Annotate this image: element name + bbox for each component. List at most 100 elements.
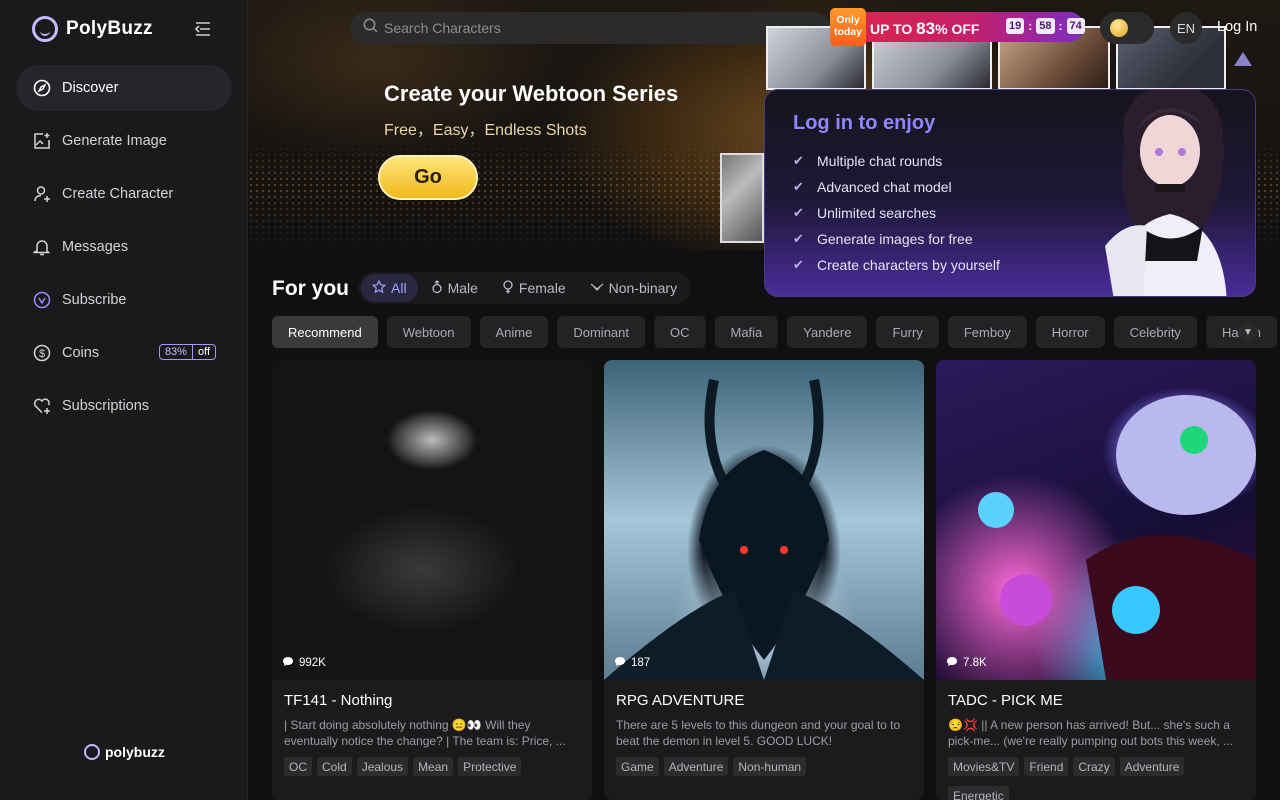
- check-icon: ✔: [793, 179, 804, 194]
- comic-preview-image: [720, 153, 764, 243]
- perk-item: ✔ Multiple chat rounds: [793, 148, 1000, 174]
- chat-count-value: 187: [631, 657, 651, 669]
- chip-celebrity[interactable]: Celebrity: [1113, 316, 1197, 348]
- chip-mafia[interactable]: Mafia: [714, 316, 779, 348]
- tab-label: Non-binary: [608, 280, 678, 296]
- cartoon-illustration: [978, 395, 1256, 680]
- logo-text: PolyBuzz: [66, 18, 153, 39]
- search-input[interactable]: [384, 20, 804, 36]
- chat-count-value: 992K: [299, 657, 326, 669]
- tab-non-binary[interactable]: Non-binary: [579, 274, 688, 302]
- tag[interactable]: Protective: [458, 757, 522, 776]
- search-icon: [363, 18, 378, 38]
- tag[interactable]: Crazy: [1073, 757, 1115, 776]
- chip-recommend[interactable]: Recommend: [272, 316, 378, 348]
- chat-count-value: 7.8K: [963, 657, 987, 669]
- sidebar: PolyBuzz Discover Generate Image Create …: [0, 0, 248, 800]
- tag[interactable]: Jealous: [356, 757, 409, 776]
- character-card[interactable]: 187 RPG ADVENTURE There are 5 levels to …: [604, 360, 924, 800]
- tag[interactable]: Energetic: [948, 786, 1009, 800]
- character-card[interactable]: 7.8K TADC - PICK ME 😒💢 || A new person h…: [936, 360, 1256, 800]
- popover-caret: [1234, 52, 1252, 66]
- sidebar-item-messages[interactable]: Messages: [16, 224, 232, 270]
- card-title: TF141 - Nothing: [284, 692, 393, 709]
- tag[interactable]: OC: [284, 757, 312, 776]
- demon-illustration: [604, 378, 924, 680]
- chat-bubble-icon: [946, 656, 958, 670]
- tag[interactable]: Adventure: [1119, 757, 1185, 776]
- perk-label: Advanced chat model: [817, 179, 952, 195]
- section-title: For you: [272, 277, 349, 300]
- logo[interactable]: PolyBuzz: [32, 16, 153, 42]
- perk-item: ✔ Unlimited searches: [793, 200, 1000, 226]
- chip-horror[interactable]: Horror: [1035, 316, 1105, 348]
- menu-collapse-icon[interactable]: [194, 20, 212, 38]
- chat-bubble-icon: [614, 656, 626, 670]
- tag[interactable]: Friend: [1024, 757, 1069, 776]
- sidebar-item-label: Discover: [62, 80, 119, 96]
- sidebar-nav: Discover Generate Image Create Character…: [16, 65, 232, 436]
- login-link[interactable]: Log In: [1217, 19, 1257, 35]
- sidebar-item-generate-image[interactable]: Generate Image: [16, 118, 232, 164]
- chip-anime[interactable]: Anime: [479, 316, 549, 348]
- non-binary-icon: [590, 280, 604, 296]
- chat-count: 992K: [282, 656, 326, 670]
- promo-percent-sign: %: [935, 21, 948, 37]
- tag[interactable]: Non-human: [733, 757, 807, 776]
- star-icon: [371, 279, 387, 297]
- perk-item: ✔ Advanced chat model: [793, 174, 1000, 200]
- anime-character-illustration: [1105, 90, 1227, 296]
- timer-hours: 19: [1006, 18, 1025, 34]
- sidebar-item-discover[interactable]: Discover: [16, 65, 232, 111]
- card-description: 😒💢 || A new person has arrived! But... s…: [948, 718, 1234, 748]
- chip-oc[interactable]: OC: [654, 316, 706, 348]
- chip-furry[interactable]: Furry: [876, 316, 939, 348]
- logo-icon: [84, 744, 100, 760]
- login-prompt-card[interactable]: Log in to enjoy ✔ Multiple chat rounds ✔ A…: [764, 89, 1256, 297]
- coin-balance-button[interactable]: [1100, 12, 1154, 44]
- sidebar-item-label: Coins: [62, 345, 100, 361]
- go-button[interactable]: Go: [378, 155, 478, 200]
- sidebar-item-label: Generate Image: [62, 133, 167, 149]
- sidebar-item-subscribe[interactable]: Subscribe: [16, 277, 232, 323]
- chip-yandere[interactable]: Yandere: [787, 316, 868, 348]
- tag-list: Movies&TV Friend Crazy Adventure Energet…: [948, 757, 1244, 800]
- category-chips: Recommend Webtoon Anime Dominant OC Mafi…: [272, 316, 1277, 348]
- sidebar-item-create-character[interactable]: Create Character: [16, 171, 232, 217]
- tab-all[interactable]: All: [361, 274, 418, 302]
- heart-plus-icon: [32, 396, 52, 416]
- check-icon: ✔: [793, 205, 804, 220]
- promo-text: UP TO 83% OFF: [870, 19, 979, 39]
- chip-dominant[interactable]: Dominant: [557, 316, 645, 348]
- dollar-icon: $: [32, 343, 52, 363]
- tab-male[interactable]: Male: [420, 274, 489, 302]
- promo-percent: 83: [916, 19, 936, 38]
- character-card[interactable]: 992K TF141 - Nothing | Start doing absol…: [272, 360, 592, 800]
- sidebar-item-label: Messages: [62, 239, 129, 255]
- chip-webtoon[interactable]: Webtoon: [386, 316, 471, 348]
- chat-bubble-icon: [282, 656, 294, 670]
- language-button[interactable]: EN: [1170, 12, 1202, 44]
- promo-banner[interactable]: Only today UP TO 83% OFF 19 : 58 : 74: [830, 8, 1085, 46]
- promo-prefix: UP TO: [870, 21, 913, 37]
- character-image: 7.8K: [936, 360, 1256, 680]
- search-bar[interactable]: [350, 12, 830, 44]
- tag[interactable]: Mean: [413, 757, 454, 776]
- tag[interactable]: Adventure: [663, 757, 729, 776]
- chip-femboy[interactable]: Femboy: [947, 316, 1027, 348]
- vip-icon: [32, 290, 52, 310]
- sidebar-item-coins[interactable]: $ Coins 83% off: [16, 330, 232, 376]
- footer-logo: polybuzz: [84, 744, 165, 760]
- tag[interactable]: Game: [616, 757, 659, 776]
- tag[interactable]: Movies&TV: [948, 757, 1020, 776]
- sidebar-item-subscriptions[interactable]: Subscriptions: [16, 383, 232, 429]
- discount-suffix: off: [192, 344, 216, 360]
- female-icon: [502, 279, 514, 297]
- sidebar-item-label: Subscribe: [62, 292, 127, 308]
- chevron-down-icon[interactable]: ▼: [1238, 322, 1258, 342]
- sidebar-item-label: Subscriptions: [62, 398, 150, 414]
- tab-label: Male: [447, 280, 478, 296]
- tab-female[interactable]: Female: [491, 274, 577, 302]
- tag[interactable]: Cold: [317, 757, 352, 776]
- timer-minutes: 58: [1036, 18, 1055, 34]
